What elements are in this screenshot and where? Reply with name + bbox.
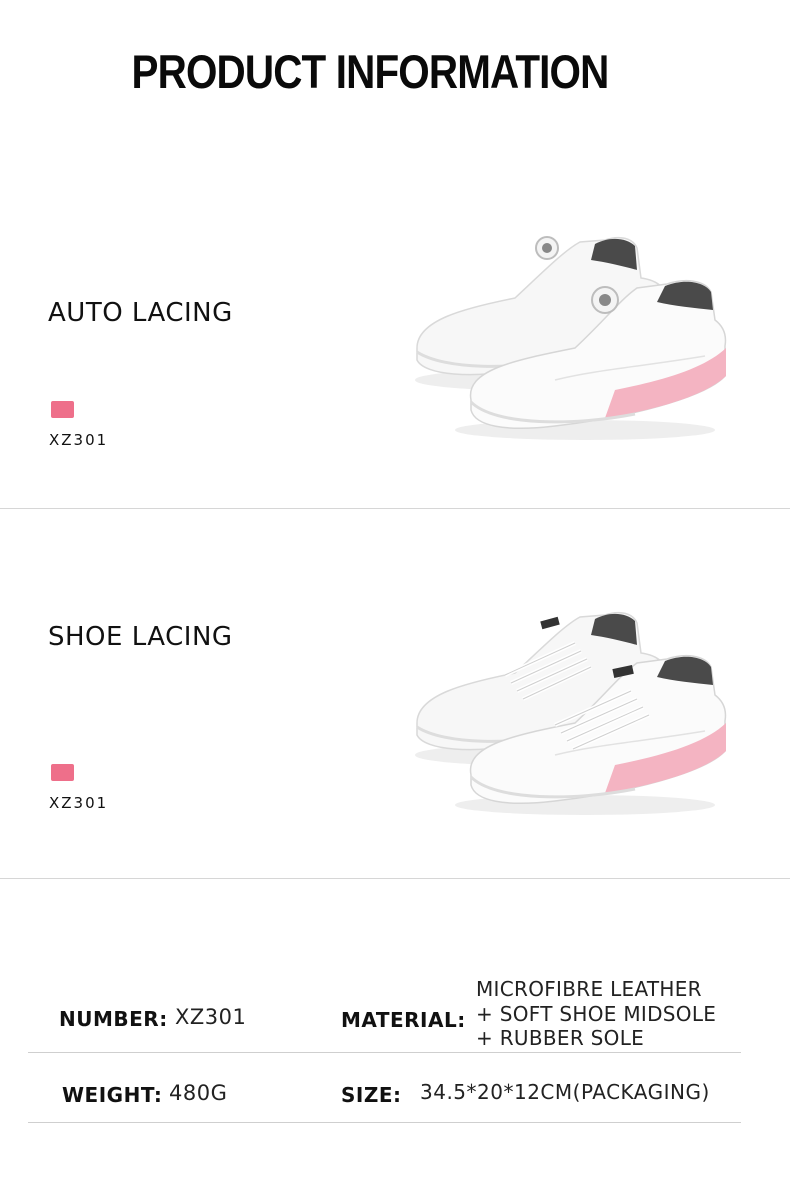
spec-divider [28, 1052, 741, 1053]
spec-size-label: SIZE: [341, 1083, 402, 1107]
page-title: PRODUCT INFORMATION [131, 45, 610, 98]
feature-title: SHOE LACING [48, 622, 233, 652]
section-divider [0, 508, 790, 509]
material-line: + SOFT SHOE MIDSOLE [476, 1001, 717, 1026]
material-line: + RUBBER SOLE [476, 1026, 645, 1050]
spec-number-label: NUMBER: [59, 1007, 168, 1031]
color-swatch [51, 764, 74, 781]
white-golf-shoes-boa-dial-icon [415, 236, 727, 440]
spec-divider [28, 1122, 741, 1123]
feature-title: AUTO LACING [48, 298, 233, 328]
model-number: XZ301 [49, 431, 109, 449]
section-divider [0, 878, 790, 879]
model-number: XZ301 [49, 794, 109, 812]
spec-material-value: MICROFIBRE LEATHER + SOFT SHOE MIDSOLE +… [476, 977, 716, 1051]
spec-weight-label: WEIGHT: [62, 1083, 163, 1107]
spec-size-value: 34.5*20*12CM(PACKAGING) [420, 1080, 710, 1104]
spec-number-value: XZ301 [175, 1005, 247, 1029]
product-variant-auto-lacing: AUTO LACING XZ301 [0, 150, 790, 508]
color-swatch [51, 401, 74, 418]
spec-material-label: MATERIAL: [341, 1008, 466, 1032]
white-golf-shoes-laces-icon [415, 611, 727, 815]
product-variant-shoe-lacing: SHOE LACING XZ301 [0, 510, 790, 878]
spec-weight-value: 480G [169, 1081, 228, 1105]
material-line: MICROFIBRE LEATHER [476, 977, 702, 1001]
